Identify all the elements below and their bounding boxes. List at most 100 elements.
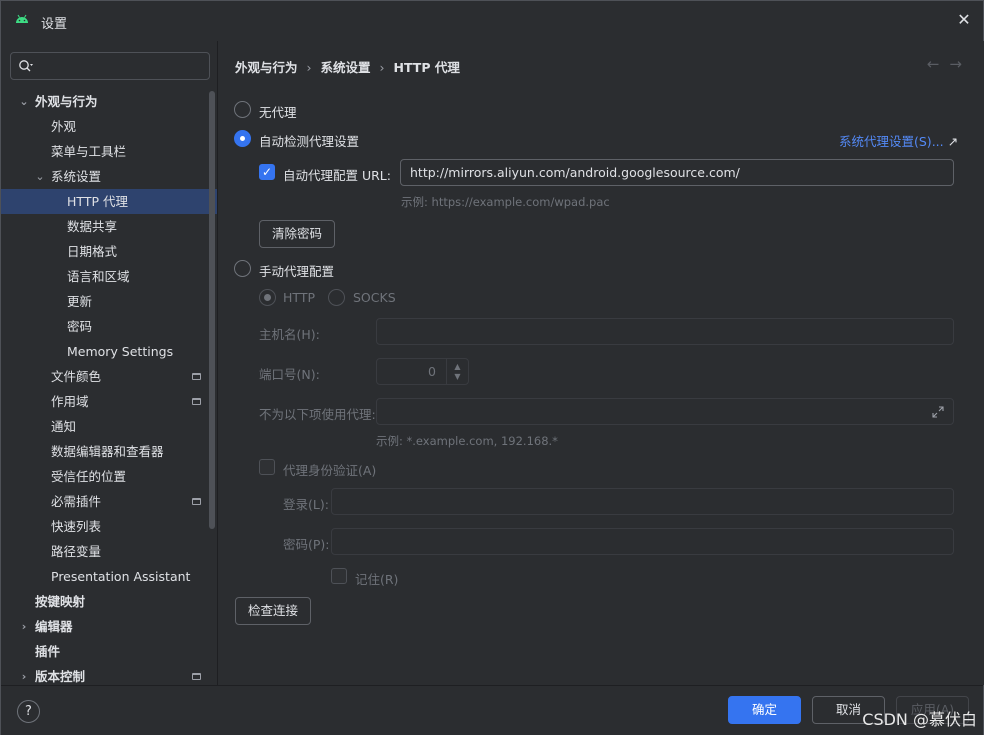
sidebar-item[interactable]: ⌄ 外观与行为 (1, 89, 217, 114)
http-label: HTTP (283, 290, 315, 305)
sidebar-item-label: 数据共享 (67, 219, 118, 234)
sidebar-item[interactable]: Memory Settings (1, 339, 217, 364)
proxy-auth-label: 代理身份验证(A) (283, 463, 377, 478)
clear-password-button[interactable]: 清除密码 (259, 220, 335, 248)
no-proxy-label: 无代理 (259, 105, 297, 120)
manual-proxy-radio[interactable] (234, 260, 251, 277)
settings-sidebar: ⌄ 外观与行为 外观 菜单与工具栏 ⌄ 系统设置 HTTP 代理 数据共享 日期格式 语言和区域更… (1, 41, 218, 685)
ok-button[interactable]: 确定 (728, 696, 801, 724)
sidebar-item[interactable]: 外观 (1, 114, 217, 139)
login-input[interactable] (331, 488, 954, 515)
sidebar-item-label: 外观 (51, 119, 77, 134)
sidebar-item[interactable]: 日期格式 (1, 239, 217, 264)
sidebar-item[interactable]: 语言和区域 (1, 264, 217, 289)
sidebar-item-label: 密码 (67, 319, 93, 334)
sidebar-item-label: 系统设置 (51, 169, 102, 184)
no-proxy-radio[interactable] (234, 101, 251, 118)
sidebar-item-label: 日期格式 (67, 244, 118, 259)
sidebar-item[interactable]: HTTP 代理 (1, 189, 217, 214)
sidebar-item-label: HTTP 代理 (67, 194, 128, 209)
sidebar-item-label: 路径变量 (51, 544, 102, 559)
sidebar-item[interactable]: 密码 (1, 314, 217, 339)
system-proxy-settings-link[interactable]: 系统代理设置(S)... ↗ (839, 131, 958, 150)
sidebar-item[interactable]: Presentation Assistant (1, 564, 217, 589)
port-stepper[interactable]: 0 ▲ ▼ (376, 358, 469, 385)
sidebar-item[interactable]: 作用域 (1, 389, 217, 414)
socks-radio[interactable] (328, 289, 345, 306)
sidebar-item[interactable]: 快速列表 (1, 514, 217, 539)
sidebar-item[interactable]: 按键映射 (1, 589, 217, 614)
auto-config-url-input[interactable]: http://mirrors.aliyun.com/android.google… (400, 159, 954, 186)
chevron-right-icon[interactable]: › (18, 664, 30, 685)
external-link-icon: ↗ (947, 134, 959, 149)
sidebar-item-label: 通知 (51, 419, 77, 434)
breadcrumb-separator-icon: › (306, 60, 312, 75)
sidebar-item[interactable]: 菜单与工具栏 (1, 139, 217, 164)
sidebar-item[interactable]: 必需插件 (1, 489, 217, 514)
forward-arrow-icon[interactable]: → (949, 55, 972, 73)
sidebar-item-label: 插件 (35, 644, 61, 659)
chevron-down-icon[interactable]: ⌄ (18, 89, 30, 114)
http-radio[interactable] (259, 289, 276, 306)
no-proxy-example: 示例: *.example.com, 192.168.* (376, 434, 558, 448)
sidebar-item-label: 数据编辑器和查看器 (51, 444, 164, 459)
sidebar-item[interactable]: ⌄ 系统设置 (1, 164, 217, 189)
remember-checkbox[interactable] (331, 568, 347, 584)
socks-label: SOCKS (353, 290, 396, 305)
expand-icon[interactable] (931, 405, 945, 419)
auto-detect-label: 自动检测代理设置 (259, 134, 360, 149)
sidebar-item[interactable]: 受信任的位置 (1, 464, 217, 489)
sidebar-item-label: 快速列表 (51, 519, 102, 534)
host-input[interactable] (376, 318, 954, 345)
back-arrow-icon[interactable]: ← (927, 55, 950, 73)
http-proxy-panel: 外观与行为 › 系统设置 › HTTP 代理 ←→ 无代理 自动检测代理设置 系统代理设… (219, 41, 984, 685)
sidebar-item[interactable]: 数据编辑器和查看器 (1, 439, 217, 464)
sidebar-item[interactable]: 通知 (1, 414, 217, 439)
title-bar: 设置 ✕ (1, 1, 983, 41)
chevron-down-icon[interactable]: ⌄ (34, 164, 46, 189)
breadcrumb-separator-icon: › (379, 60, 385, 75)
project-scope-icon (192, 673, 201, 680)
sidebar-item[interactable]: 数据共享 (1, 214, 217, 239)
sidebar-scrollbar[interactable] (209, 91, 215, 529)
breadcrumb: 外观与行为 › 系统设置 › HTTP 代理 (235, 57, 460, 76)
project-scope-icon (192, 498, 201, 505)
sidebar-item[interactable]: 文件颜色 (1, 364, 217, 389)
auto-config-example: 示例: https://example.com/wpad.pac (401, 195, 610, 209)
dialog-footer: ? 确定 取消 应用(A) CSDN @慕伏白 (1, 685, 983, 735)
sidebar-item[interactable]: 路径变量 (1, 539, 217, 564)
login-label: 登录(L): (283, 497, 329, 512)
no-proxy-for-label: 不为以下项使用代理: (259, 407, 376, 422)
sidebar-item-label: 文件颜色 (51, 369, 102, 384)
remember-label: 记住(R) (355, 572, 399, 587)
auto-config-url-label: 自动代理配置 URL: (283, 168, 391, 183)
project-scope-icon (192, 398, 201, 405)
manual-proxy-label: 手动代理配置 (259, 264, 335, 279)
chevron-right-icon[interactable]: › (18, 614, 30, 639)
sidebar-item[interactable]: 插件 (1, 639, 217, 664)
system-proxy-link-text: 系统代理设置(S)... (839, 134, 944, 149)
help-icon[interactable]: ? (17, 700, 40, 723)
project-scope-icon (192, 373, 201, 380)
sidebar-item-label: 外观与行为 (35, 94, 98, 109)
host-label: 主机名(H): (259, 327, 320, 342)
sidebar-item-label: 更新 (67, 294, 93, 309)
auto-detect-radio[interactable] (234, 130, 251, 147)
sidebar-item[interactable]: › 编辑器 (1, 614, 217, 639)
no-proxy-for-input[interactable] (376, 398, 954, 425)
check-connection-button[interactable]: 检查连接 (235, 597, 311, 625)
sidebar-item[interactable]: 更新 (1, 289, 217, 314)
breadcrumb-item: HTTP 代理 (393, 60, 460, 75)
auto-config-url-checkbox[interactable]: ✓ (259, 164, 275, 180)
settings-dialog: 设置 ✕ ⌄ 外观与行为 外观 菜单与工具栏 ⌄ 系统设置 HTTP 代理 数据共享 日期格式语… (0, 0, 984, 735)
breadcrumb-item: 外观与行为 (235, 60, 298, 75)
sidebar-item-label: 按键映射 (35, 594, 86, 609)
password-input[interactable] (331, 528, 954, 555)
proxy-auth-checkbox[interactable] (259, 459, 275, 475)
search-input[interactable] (10, 52, 210, 80)
spinner-arrows-icon[interactable]: ▲ ▼ (446, 359, 468, 384)
sidebar-item[interactable]: › 版本控制 (1, 664, 217, 685)
sidebar-item-label: 受信任的位置 (51, 469, 127, 484)
search-icon (19, 60, 33, 72)
close-icon[interactable]: ✕ (955, 11, 973, 29)
